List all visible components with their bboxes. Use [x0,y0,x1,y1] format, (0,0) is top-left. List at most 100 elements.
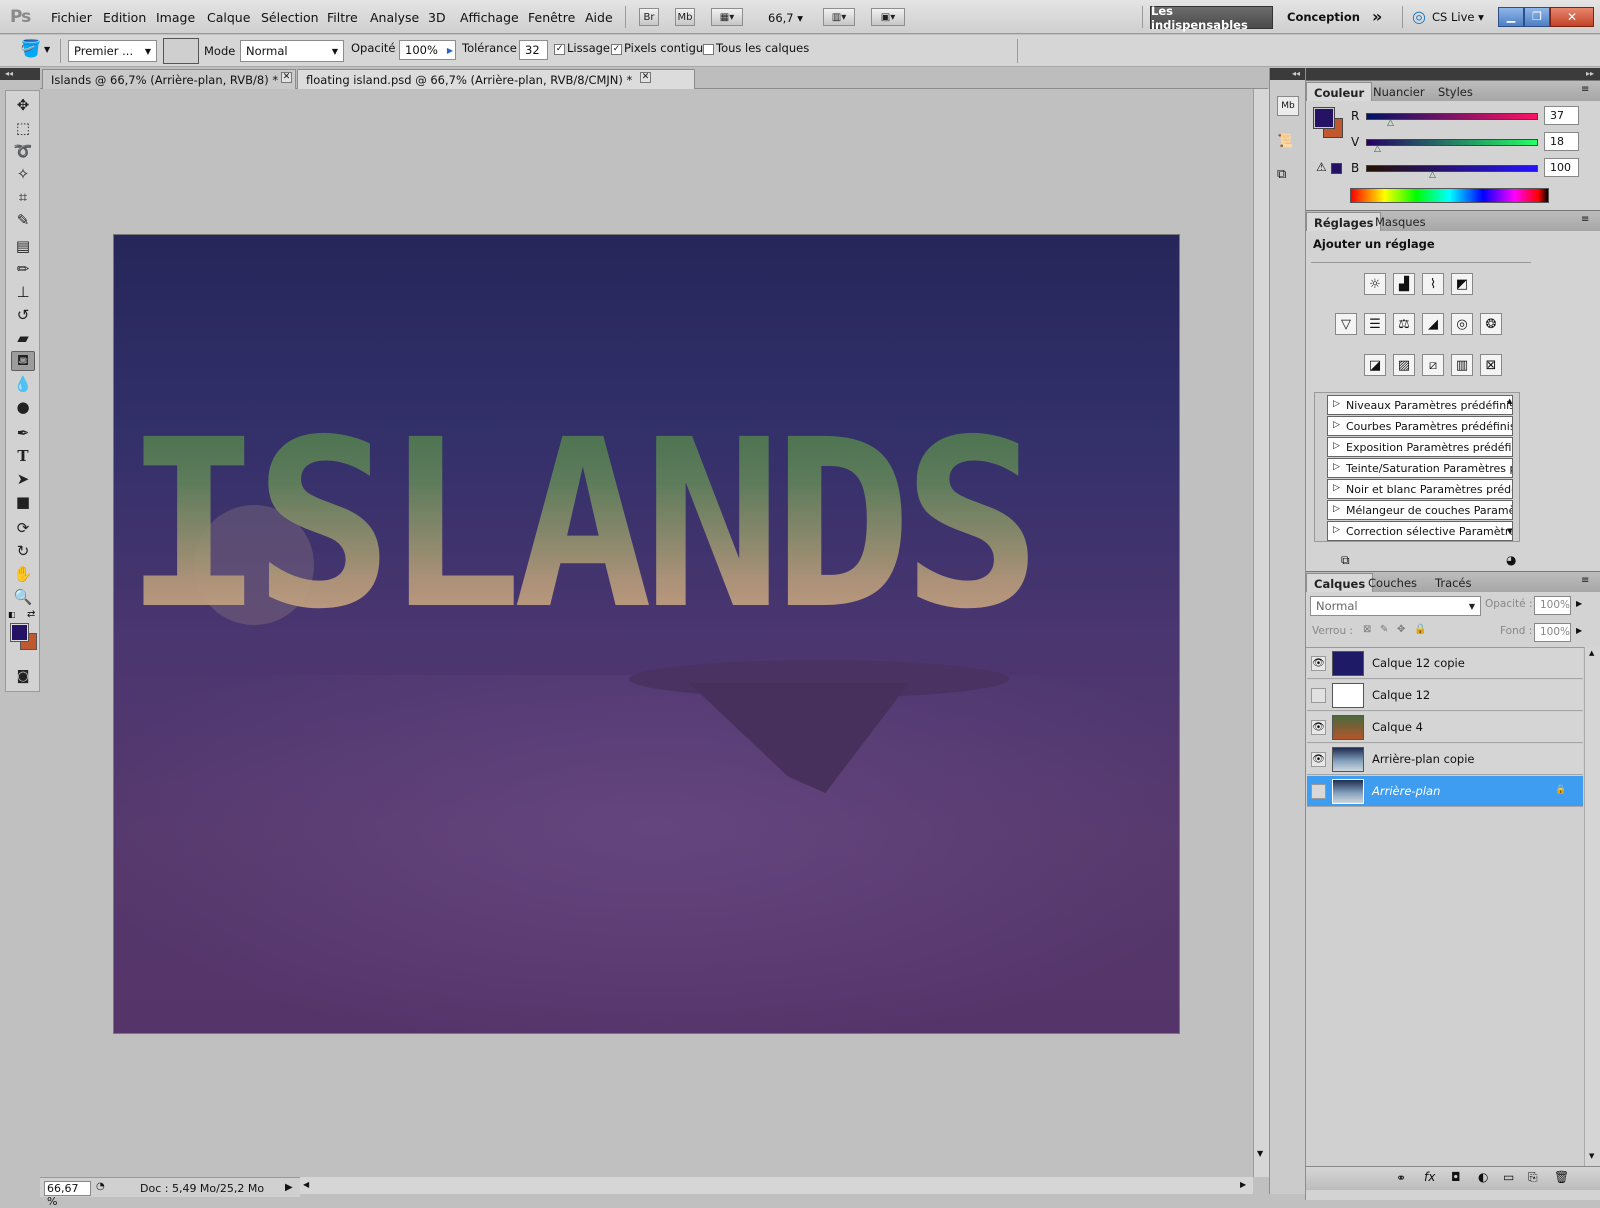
tool-preset-dropdown-icon[interactable]: ▼ [44,45,50,54]
layer-row[interactable]: Calque 12 [1307,680,1583,711]
quick-mask-icon[interactable]: ◙ [11,666,35,686]
scroll-down-icon[interactable]: ▼ [1589,1152,1594,1160]
panel-menu-icon[interactable]: ≡ [1581,84,1589,95]
channel-b-thumb[interactable]: △ [1429,170,1436,180]
blend-mode-select[interactable]: Normal ▼ [1310,596,1481,616]
out-of-gamut-warning-icon[interactable]: ⚠ [1316,160,1327,174]
eyedropper-tool-icon[interactable]: ✎ [11,210,35,230]
collapse-panels-icon[interactable]: ◂◂ [1270,68,1305,80]
scroll-down-icon[interactable]: ▼ [1257,1149,1263,1158]
tab-masques[interactable]: Masques [1368,212,1433,231]
layer-row[interactable]: 👁 Calque 12 copie [1307,648,1583,679]
gamut-swatch[interactable] [1331,163,1342,174]
exposure-icon[interactable]: ◩ [1451,273,1473,295]
eye-icon[interactable]: 👁 [1311,752,1326,767]
quick-selection-tool-icon[interactable]: ✧ [11,164,35,184]
expand-dock-icon[interactable]: ▸▸ [1306,68,1600,80]
healing-brush-tool-icon[interactable]: ▤ [11,236,35,256]
blur-tool-icon[interactable]: 💧 [11,374,35,394]
path-selection-tool-icon[interactable]: ➤ [11,469,35,489]
lasso-tool-icon[interactable]: ➰ [11,141,35,161]
clip-to-layer-icon[interactable]: ⧉ [1341,553,1350,568]
workspace-design-button[interactable]: Conception [1287,10,1360,24]
panel-menu-icon[interactable]: ≡ [1581,214,1589,225]
status-info-icon[interactable]: ◔ [96,1181,105,1192]
menu-calque[interactable]: Calque [207,10,250,25]
tab-couleur[interactable]: Couleur [1306,82,1373,101]
scroll-left-icon[interactable]: ◀ [303,1180,309,1189]
tab-nuancier[interactable]: Nuancier [1366,82,1432,101]
channel-b-value[interactable]: 100 [1544,158,1579,177]
zoom-tool-icon[interactable]: 🔍 [11,587,35,607]
close-tab-icon[interactable]: ✕ [281,72,292,83]
adjustment-layer-icon[interactable]: ◐ [1478,1170,1488,1184]
fill-source-select[interactable]: Premier ... ▼ [68,40,157,62]
adjustments-options-icon[interactable]: ◕ [1506,553,1516,567]
contiguous-checkbox[interactable]: ✓ [611,44,622,55]
layers-scrollbar[interactable]: ▲ ▼ [1584,647,1600,1166]
lock-pixels-icon[interactable]: ✎ [1380,624,1388,635]
visibility-toggle[interactable] [1311,688,1326,703]
hue-saturation-icon[interactable]: ☰ [1364,313,1386,335]
type-tool-icon[interactable]: T [11,446,35,466]
delete-layer-icon[interactable]: 🗑 [1554,1170,1569,1184]
cslive-menu[interactable]: CS Live ▾ [1432,10,1484,24]
invert-icon[interactable]: ◪ [1364,354,1386,376]
eraser-tool-icon[interactable]: ▰ [11,328,35,348]
lock-position-icon[interactable]: ✥ [1397,624,1405,635]
menu-3d[interactable]: 3D [428,10,446,25]
vertical-scrollbar[interactable]: ▼ [1253,89,1269,1177]
preset-correction-selective[interactable]: ▷ Correction sélective Paramètres... [1327,521,1513,541]
fill-slider-arrow-icon[interactable]: ▶ [1576,626,1582,635]
opacity-slider-arrow-icon[interactable]: ▶ [1576,599,1582,608]
opacity-input[interactable]: 100% ▶ [399,40,456,60]
scroll-right-icon[interactable]: ▶ [1240,1180,1246,1189]
new-layer-icon[interactable]: ⎘ [1528,1170,1538,1185]
layer-style-icon[interactable]: fx [1424,1170,1435,1184]
posterize-icon[interactable]: ▨ [1393,354,1415,376]
zoom-field[interactable]: 66,67 % [44,1181,91,1208]
brush-tool-icon[interactable]: ✏ [11,259,35,279]
menu-aide[interactable]: Aide [585,10,613,25]
close-tab-icon[interactable]: ✕ [640,72,651,83]
preset-noir-blanc[interactable]: ▷ Noir et blanc Paramètres prédéf... [1327,479,1513,499]
clone-stamp-tool-icon[interactable]: ⊥ [11,282,35,302]
3d-orbit-tool-icon[interactable]: ↻ [11,541,35,561]
panel-menu-icon[interactable]: ≡ [1581,575,1589,586]
view-extras-button[interactable]: ▦▾ [711,8,743,26]
workspace-essentials-button[interactable]: Les indispensables [1150,4,1273,32]
color-balance-icon[interactable]: ⚖ [1393,313,1415,335]
curves-icon[interactable]: ⌇ [1422,273,1444,295]
channel-b-slider[interactable] [1366,165,1538,172]
default-colors-icon[interactable]: ◧ [8,610,16,619]
menu-image[interactable]: Image [156,10,195,25]
tab-couches[interactable]: Couches [1361,573,1424,592]
arrange-documents-button[interactable]: ▥▾ [823,8,855,26]
screen-mode-button[interactable]: ▣▾ [871,8,905,26]
channel-r-thumb[interactable]: △ [1387,118,1394,128]
selective-color-icon[interactable]: ⊠ [1480,354,1502,376]
eye-icon[interactable]: 👁 [1311,720,1326,735]
menu-fenetre[interactable]: Fenêtre [528,10,575,25]
menu-fichier[interactable]: Fichier [51,10,92,25]
photo-filter-icon[interactable]: ◎ [1451,313,1473,335]
pen-tool-icon[interactable]: ✒ [11,423,35,443]
minibridge-panel-icon[interactable]: Mb [1277,96,1299,116]
threshold-icon[interactable]: ⧄ [1422,354,1444,376]
channel-v-slider[interactable] [1366,139,1538,146]
eye-icon[interactable]: 👁 [1311,656,1326,671]
tab-islands[interactable]: Islands @ 66,7% (Arrière-plan, RVB/8) * [42,69,296,89]
tab-styles[interactable]: Styles [1431,82,1480,101]
actions-panel-icon[interactable]: ⧉ [1277,167,1286,182]
menu-selection[interactable]: Sélection [261,10,319,25]
menu-edition[interactable]: Edition [103,10,146,25]
scroll-up-icon[interactable]: ▲ [1589,649,1594,657]
swap-colors-icon[interactable]: ⇄ [27,609,35,620]
scroll-up-icon[interactable]: ▲ [1507,397,1512,405]
scroll-down-icon[interactable]: ▼ [1507,527,1512,535]
dodge-tool-icon[interactable]: ● [11,397,35,417]
color-spectrum-ramp[interactable] [1350,188,1549,203]
gradient-map-icon[interactable]: ▥ [1451,354,1473,376]
channel-v-thumb[interactable]: △ [1374,144,1381,154]
vibrance-icon[interactable]: ▽ [1335,313,1357,335]
